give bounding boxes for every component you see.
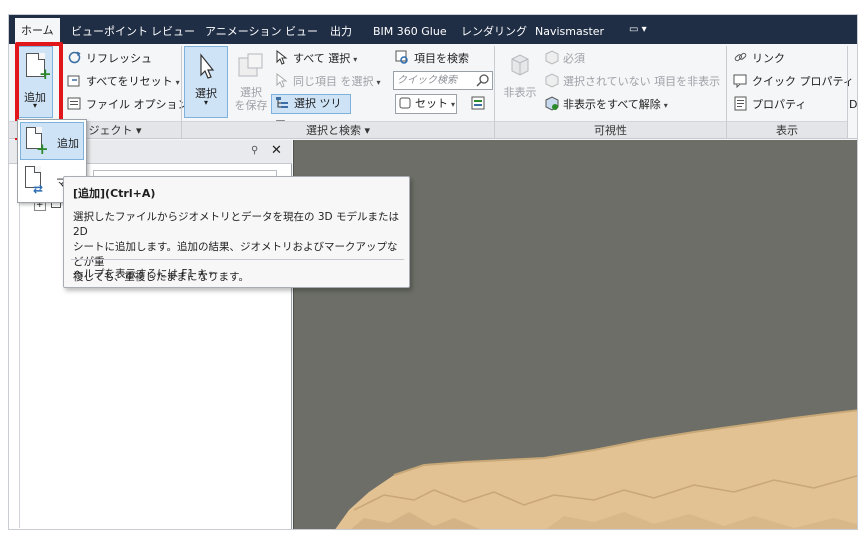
link-icon [733,50,748,65]
selection-tree-button[interactable]: 選択 ツリー [271,94,351,128]
manage-sets-button[interactable] [471,95,490,115]
sets-icon [399,96,411,111]
find-items-icon [395,50,410,65]
navisworks-window: ホーム ビューポイント レビュー アニメーション ビュー 出力 BIM 360 … [8,14,858,530]
save-selection-label-2: を保存 [234,99,268,112]
save-selection-icon [238,53,263,77]
tab-view[interactable]: ビュー [285,23,318,41]
select-all-label: すべて 選択 [293,52,351,65]
merge-arrow-icon: ⇄ [33,182,44,196]
project-panel-title-label: ジェクト ▾ [88,124,142,137]
visibility-panel-title-label: 可視性 [594,124,627,137]
refresh-button[interactable]: リフレッシュ [67,49,152,69]
select-search-panel-title-label: 選択と検索 ▾ [305,124,371,137]
hide-button[interactable]: 非表示 [501,46,539,118]
properties-icon [733,96,748,111]
require-icon [544,50,559,65]
file-options-button[interactable]: ファイル オプション [67,95,189,115]
tooltip-title: [追加](Ctrl+A) [73,187,156,200]
select-search-panel-title[interactable]: 選択と検索 ▾ [182,121,494,138]
unhide-all-icon [544,96,559,111]
find-items-label: 項目を検索 [414,52,469,65]
display-panel-title-label: 表示 [776,124,798,137]
properties-button[interactable]: プロパティ [733,95,806,115]
tab-review[interactable]: レビュー [151,23,195,41]
find-items-button[interactable]: 項目を検索 [395,49,469,69]
cursor-arrow-icon [200,53,215,79]
save-selection-button[interactable]: 選択 を保存 [231,46,271,118]
tab-rendering[interactable]: レンダリング [461,23,527,41]
close-icon[interactable]: ✕ [271,143,282,158]
tab-extra-dropdown[interactable]: ▭ ▾ [629,24,647,35]
quick-properties-icon [733,73,748,89]
ribbon-tab-bar: ホーム ビューポイント レビュー アニメーション ビュー 出力 BIM 360 … [9,15,857,44]
refresh-icon [67,50,82,65]
refresh-label: リフレッシュ [86,52,152,65]
properties-label: プロパティ [752,98,807,111]
select-same-icon [274,72,289,88]
select-same-button[interactable]: 同じ項目 を選択 ▾ [274,72,381,92]
ribbon: + 追加 ▾ リフレッシュ すべてをリセット ▾ ファイル オプション ジェクト … [9,42,858,147]
chevron-down-icon: ▾ [663,101,668,110]
unhide-all-label: 非表示をすべて解除 [563,98,661,111]
pin-icon[interactable]: ⚲ [251,145,258,156]
file-options-icon [67,96,82,111]
reset-all-button[interactable]: すべてをリセット ▾ [67,72,180,92]
tab-output[interactable]: 出力 [330,23,352,41]
require-button[interactable]: 必須 [544,49,585,69]
tooltip-line-1: 選択したファイルからジオメトリとデータを現在の 3D モデルまたは 2D [73,211,399,238]
quick-properties-button[interactable]: クイック プロパティ [733,72,854,92]
tab-navismaster[interactable]: Navismaster [535,23,604,41]
plus-icon: + [36,140,49,158]
quick-properties-label: クイック プロパティ [752,75,854,88]
select-same-label: 同じ項目 を選択 [293,75,374,88]
links-label: リンク [752,52,785,65]
hide-unselected-button[interactable]: 選択されていない 項目を非表示 [544,72,720,92]
tab-home[interactable]: ホーム [15,18,60,44]
quick-find-input[interactable]: クイック検索 [393,71,493,90]
tab-viewpoint[interactable]: ビューポイント [71,23,148,41]
reset-icon [67,73,82,88]
manage-sets-icon [471,96,486,111]
search-icon[interactable] [476,73,490,93]
tree-icon [275,95,290,110]
panel-divider [847,46,848,138]
hide-cube-icon [511,54,529,76]
sets-dropdown[interactable]: セット ▾ [395,94,457,114]
quick-find-placeholder: クイック検索 [397,75,457,86]
select-all-icon [274,49,289,65]
select-all-button[interactable]: すべて 選択 ▾ [274,49,357,69]
cut-off-panel-text: D [849,98,858,111]
chevron-down-icon: ▾ [175,78,180,87]
hide-label: 非表示 [503,86,537,99]
visibility-panel-title[interactable]: 可視性 [495,121,726,138]
tab-animation[interactable]: アニメーション [205,23,282,41]
unhide-all-button[interactable]: 非表示をすべて解除 ▾ [544,95,668,115]
hide-unselected-label: 選択されていない 項目を非表示 [563,75,721,88]
tooltip-help-text: ヘルプを表示するには F1 キー [73,268,219,280]
tree-scroll-area[interactable] [19,168,27,528]
tooltip-divider [71,259,404,260]
sets-label: セット [415,97,448,110]
display-panel-title[interactable]: 表示 [727,121,847,138]
chevron-down-icon: ▾ [353,55,358,64]
menu-item-add[interactable]: + 追加 [20,122,84,160]
add-tooltip: [追加](Ctrl+A) 選択したファイルからジオメトリとデータを現在の 3D … [63,176,410,288]
file-options-label: ファイル オプション [86,98,189,111]
hide-unselected-icon [544,73,559,88]
reset-all-label: すべてをリセット [86,75,173,88]
tab-bim360[interactable]: BIM 360 Glue [373,23,447,41]
links-button[interactable]: リンク [733,49,785,69]
chevron-down-icon: ▾ [451,100,456,109]
select-button[interactable]: 選択 ▾ [184,46,228,118]
require-label: 必須 [563,52,585,65]
chevron-down-icon: ▾ [203,98,208,107]
menu-item-add-label: 追加 [57,137,79,150]
chevron-down-icon: ▾ [376,78,381,87]
